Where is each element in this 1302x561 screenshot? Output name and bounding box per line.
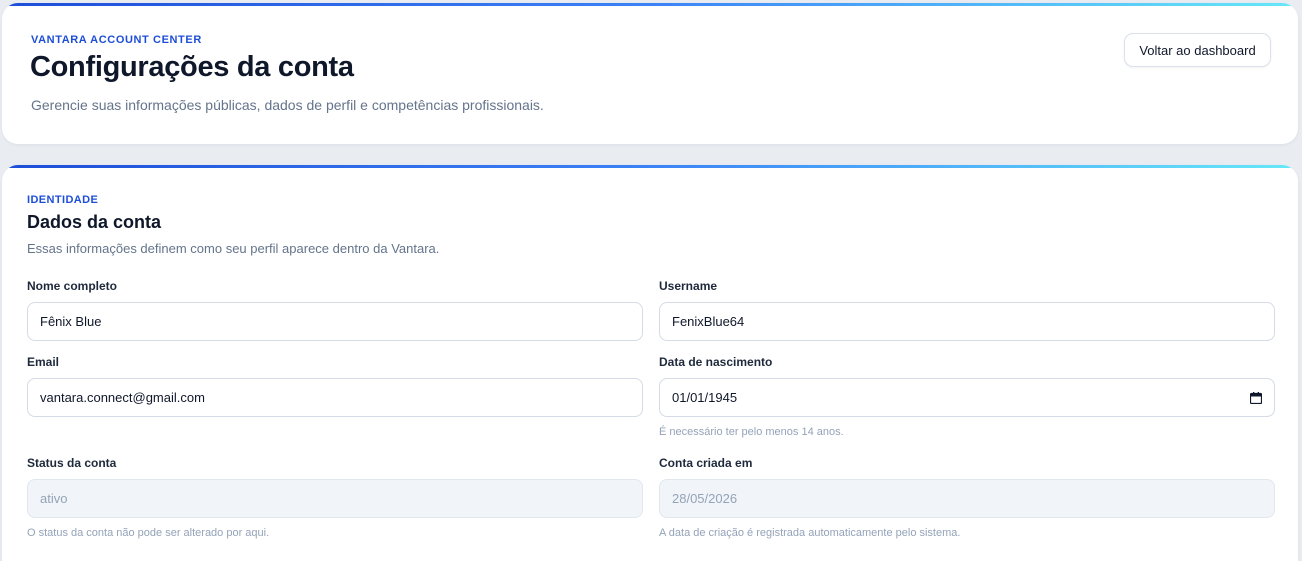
calendar-icon[interactable]	[1250, 391, 1262, 404]
created-at-field: Conta criada em 28/05/2026 A data de cri…	[659, 456, 1275, 539]
full-name-label: Nome completo	[27, 279, 118, 293]
birth-date-label: Data de nascimento	[659, 355, 773, 369]
created-at-hint: A data de criação é registrada automatic…	[659, 527, 961, 539]
username-field: Username FenixBlue64	[659, 279, 1275, 341]
header-card: VANTARA ACCOUNT CENTER Configurações da …	[2, 3, 1298, 144]
status-hint: O status da conta não pode ser alterado …	[27, 527, 270, 539]
created-at-label: Conta criada em	[659, 456, 753, 470]
email-field: Email vantara.connect@gmail.com	[27, 355, 643, 417]
status-input: ativo	[27, 479, 643, 518]
created-at-value: 28/05/2026	[672, 491, 738, 506]
header-accent-bar	[2, 3, 1298, 6]
username-value: FenixBlue64	[672, 314, 745, 329]
email-value: vantara.connect@gmail.com	[40, 390, 205, 405]
email-input[interactable]: vantara.connect@gmail.com	[27, 378, 643, 417]
back-to-dashboard-button[interactable]: Voltar ao dashboard	[1124, 33, 1271, 67]
status-label: Status da conta	[27, 456, 117, 470]
birth-date-value: 01/01/1945	[672, 390, 738, 405]
section-accent-bar	[2, 165, 1298, 168]
section-description: Essas informações definem como seu perfi…	[27, 241, 440, 256]
username-input[interactable]: FenixBlue64	[659, 302, 1275, 341]
created-at-input: 28/05/2026	[659, 479, 1275, 518]
account-data-card: IDENTIDADE Dados da conta Essas informaç…	[2, 165, 1298, 561]
birth-date-field: Data de nascimento 01/01/1945 É necessár…	[659, 355, 1275, 438]
page-subtitle: Gerencie suas informações públicas, dado…	[31, 97, 544, 113]
page-title: Configurações da conta	[30, 51, 354, 83]
username-label: Username	[659, 279, 718, 293]
birth-date-hint: É necessário ter pelo menos 14 anos.	[659, 426, 844, 438]
email-label: Email	[27, 355, 60, 369]
full-name-value: Fênix Blue	[40, 314, 102, 329]
full-name-field: Nome completo Fênix Blue	[27, 279, 643, 341]
settings-page: VANTARA ACCOUNT CENTER Configurações da …	[0, 0, 1302, 561]
full-name-input[interactable]: Fênix Blue	[27, 302, 643, 341]
section-title: Dados da conta	[27, 212, 162, 232]
birth-date-input[interactable]: 01/01/1945	[659, 378, 1275, 417]
status-field: Status da conta ativo O status da conta …	[27, 456, 643, 539]
section-eyebrow: IDENTIDADE	[27, 194, 99, 206]
status-value: ativo	[40, 491, 68, 506]
app-eyebrow: VANTARA ACCOUNT CENTER	[31, 34, 202, 46]
